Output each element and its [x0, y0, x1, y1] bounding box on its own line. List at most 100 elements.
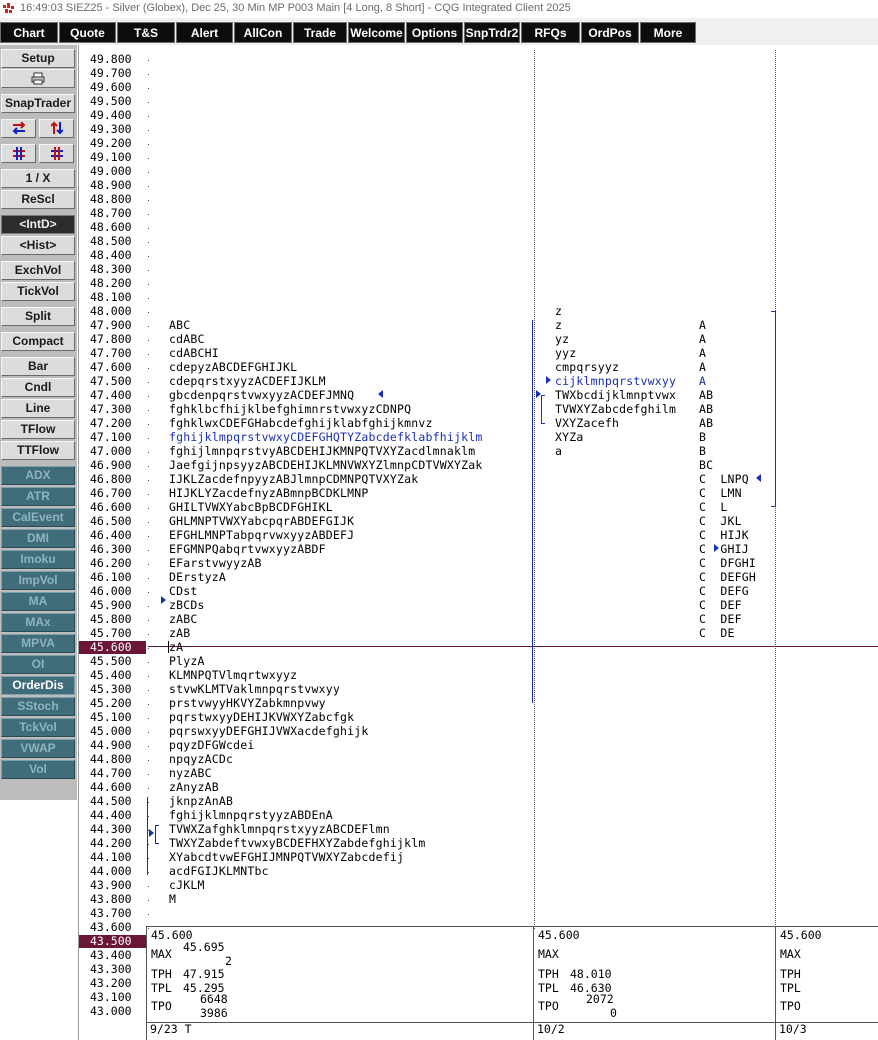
- stat-tph-label: TPH: [538, 967, 559, 981]
- price-label: 44.700: [90, 766, 132, 780]
- price-label: 48.100: [90, 290, 132, 304]
- tpo-row: PlyzA: [169, 654, 205, 668]
- price-label: 45.800: [90, 612, 132, 626]
- study-ma-button[interactable]: MA: [1, 592, 75, 611]
- tpo-row: A: [699, 374, 707, 388]
- ttflow-button[interactable]: TTFlow: [1, 441, 75, 460]
- tpo-row: ABC: [169, 318, 191, 332]
- swap-horizontal-button[interactable]: [1, 119, 36, 138]
- price-label: 48.300: [90, 262, 132, 276]
- grid-horizontal-button[interactable]: [1, 144, 36, 163]
- grid-dot: [148, 844, 149, 845]
- tpo-row: cdABC: [169, 332, 205, 346]
- grid-dot: [148, 620, 149, 621]
- tflow-button[interactable]: TFlow: [1, 420, 75, 439]
- open-marker-right-icon: [536, 390, 541, 398]
- tpo-row: AB: [699, 402, 714, 416]
- line-chart-button[interactable]: Line: [1, 399, 75, 418]
- grid-dot: [148, 88, 149, 89]
- grid-dot: [148, 606, 149, 607]
- study-vol-button[interactable]: Vol: [1, 760, 75, 779]
- rescale-button[interactable]: ReScl: [1, 190, 75, 209]
- study-tckvol-button[interactable]: TckVol: [1, 718, 75, 737]
- grid-vertical-button[interactable]: [39, 144, 74, 163]
- intraday-button[interactable]: <IntD>: [1, 215, 75, 234]
- grid-dot: [148, 466, 149, 467]
- stat-tpo-label: TPO: [780, 999, 801, 1013]
- price-label: 45.500: [90, 654, 132, 668]
- compact-button[interactable]: Compact: [1, 332, 75, 351]
- profile-date-1: 9/23 T: [150, 1022, 192, 1036]
- stat-max-value: 45.695: [183, 940, 225, 954]
- price-label: 45.900: [90, 598, 132, 612]
- print-button[interactable]: [1, 69, 75, 88]
- study-sstoch-button[interactable]: SStoch: [1, 697, 75, 716]
- study-mpva-button[interactable]: MPVA: [1, 634, 75, 653]
- split-button[interactable]: Split: [1, 307, 75, 326]
- profile-stats-box: [146, 926, 878, 1023]
- price-label: 45.200: [90, 696, 132, 710]
- study-vwap-button[interactable]: VWAP: [1, 739, 75, 758]
- price-label: 46.300: [90, 542, 132, 556]
- tpo-row: cdepqrstxyyzACDEFIJKLM: [169, 374, 326, 388]
- one-over-x-button[interactable]: 1 / X: [1, 169, 75, 188]
- historical-button[interactable]: <Hist>: [1, 236, 75, 255]
- exchange-volume-button[interactable]: ExchVol: [1, 261, 75, 280]
- tpo-row: C DEFG: [699, 584, 749, 598]
- candle-chart-button[interactable]: Cndl: [1, 378, 75, 397]
- grid-dot: [148, 802, 149, 803]
- price-label: 49.300: [90, 122, 132, 136]
- tpo-row: A: [699, 318, 707, 332]
- tpo-row: EFGHLMNPTabpqrvwxyyzABDEFJ: [169, 528, 355, 542]
- menu-snptrdr2-button[interactable]: SnpTrdr2: [464, 22, 520, 43]
- tpo-row: cdepyzABCDEFGHIJKL: [169, 360, 298, 374]
- stats-divider: [775, 926, 776, 1040]
- bar-chart-button[interactable]: Bar: [1, 357, 75, 376]
- study-adx-button[interactable]: ADX: [1, 466, 75, 485]
- study-atr-button[interactable]: ATR: [1, 487, 75, 506]
- setup-button[interactable]: Setup: [1, 49, 75, 68]
- grid-dot: [148, 298, 149, 299]
- hash-vertical-icon: [50, 147, 63, 160]
- swap-vertical-button[interactable]: [39, 119, 74, 138]
- menu-trade-button[interactable]: Trade: [293, 22, 347, 43]
- price-label: 43.300: [90, 962, 132, 976]
- grid-dot: [148, 144, 149, 145]
- tpo-row: EFGMNPQabqrtvwxyyzABDF: [169, 542, 326, 556]
- menu-options-button[interactable]: Options: [406, 22, 463, 43]
- menu-chart-button[interactable]: Chart: [0, 22, 58, 43]
- menu-quote-button[interactable]: Quote: [59, 22, 116, 43]
- grid-dot: [148, 872, 149, 873]
- menu-allcon-button[interactable]: AllCon: [234, 22, 292, 43]
- menu-rfqs-button[interactable]: RFQs: [521, 22, 580, 43]
- snaptrader-button[interactable]: SnapTrader: [1, 94, 75, 113]
- stat-price: 45.600: [538, 928, 580, 942]
- study-oi-button[interactable]: OI: [1, 655, 75, 674]
- study-dmi-button[interactable]: DMI: [1, 529, 75, 548]
- stat-tph-label: TPH: [151, 967, 172, 981]
- study-calevent-button[interactable]: CalEvent: [1, 508, 75, 527]
- stat-tpl-label: TPL: [151, 981, 172, 995]
- stats-divider: [533, 926, 534, 1040]
- study-impvol-button[interactable]: ImpVol: [1, 571, 75, 590]
- price-label: 43.600: [90, 920, 132, 934]
- tpo-row: C DEF: [699, 612, 742, 626]
- study-imoku-button[interactable]: Imoku: [1, 550, 75, 569]
- menu-alert-button[interactable]: Alert: [176, 22, 233, 43]
- price-label: 46.700: [90, 486, 132, 500]
- tpo-row: cmpqrsyyz: [555, 360, 620, 374]
- tpo-row: stvwKLMTVaklmnpqrstvwxyy: [169, 682, 340, 696]
- title-bar: 16:49:03 SIEZ25 - Silver (Globex), Dec 2…: [0, 0, 878, 18]
- tpo-row: EFarstvwyyzAB: [169, 556, 262, 570]
- grid-dot: [148, 368, 149, 369]
- grid-dot: [148, 130, 149, 131]
- study-max-button[interactable]: MAx: [1, 613, 75, 632]
- menu-welcome-button[interactable]: Welcome: [348, 22, 405, 43]
- menu-ordpos-button[interactable]: OrdPos: [581, 22, 639, 43]
- tick-volume-button[interactable]: TickVol: [1, 282, 75, 301]
- value-area-tick: [541, 395, 545, 396]
- price-label: 49.400: [90, 108, 132, 122]
- menu-ts-button[interactable]: T&S: [117, 22, 175, 43]
- menu-more-button[interactable]: More: [640, 22, 696, 43]
- study-orderdis-button[interactable]: OrderDis: [1, 676, 75, 695]
